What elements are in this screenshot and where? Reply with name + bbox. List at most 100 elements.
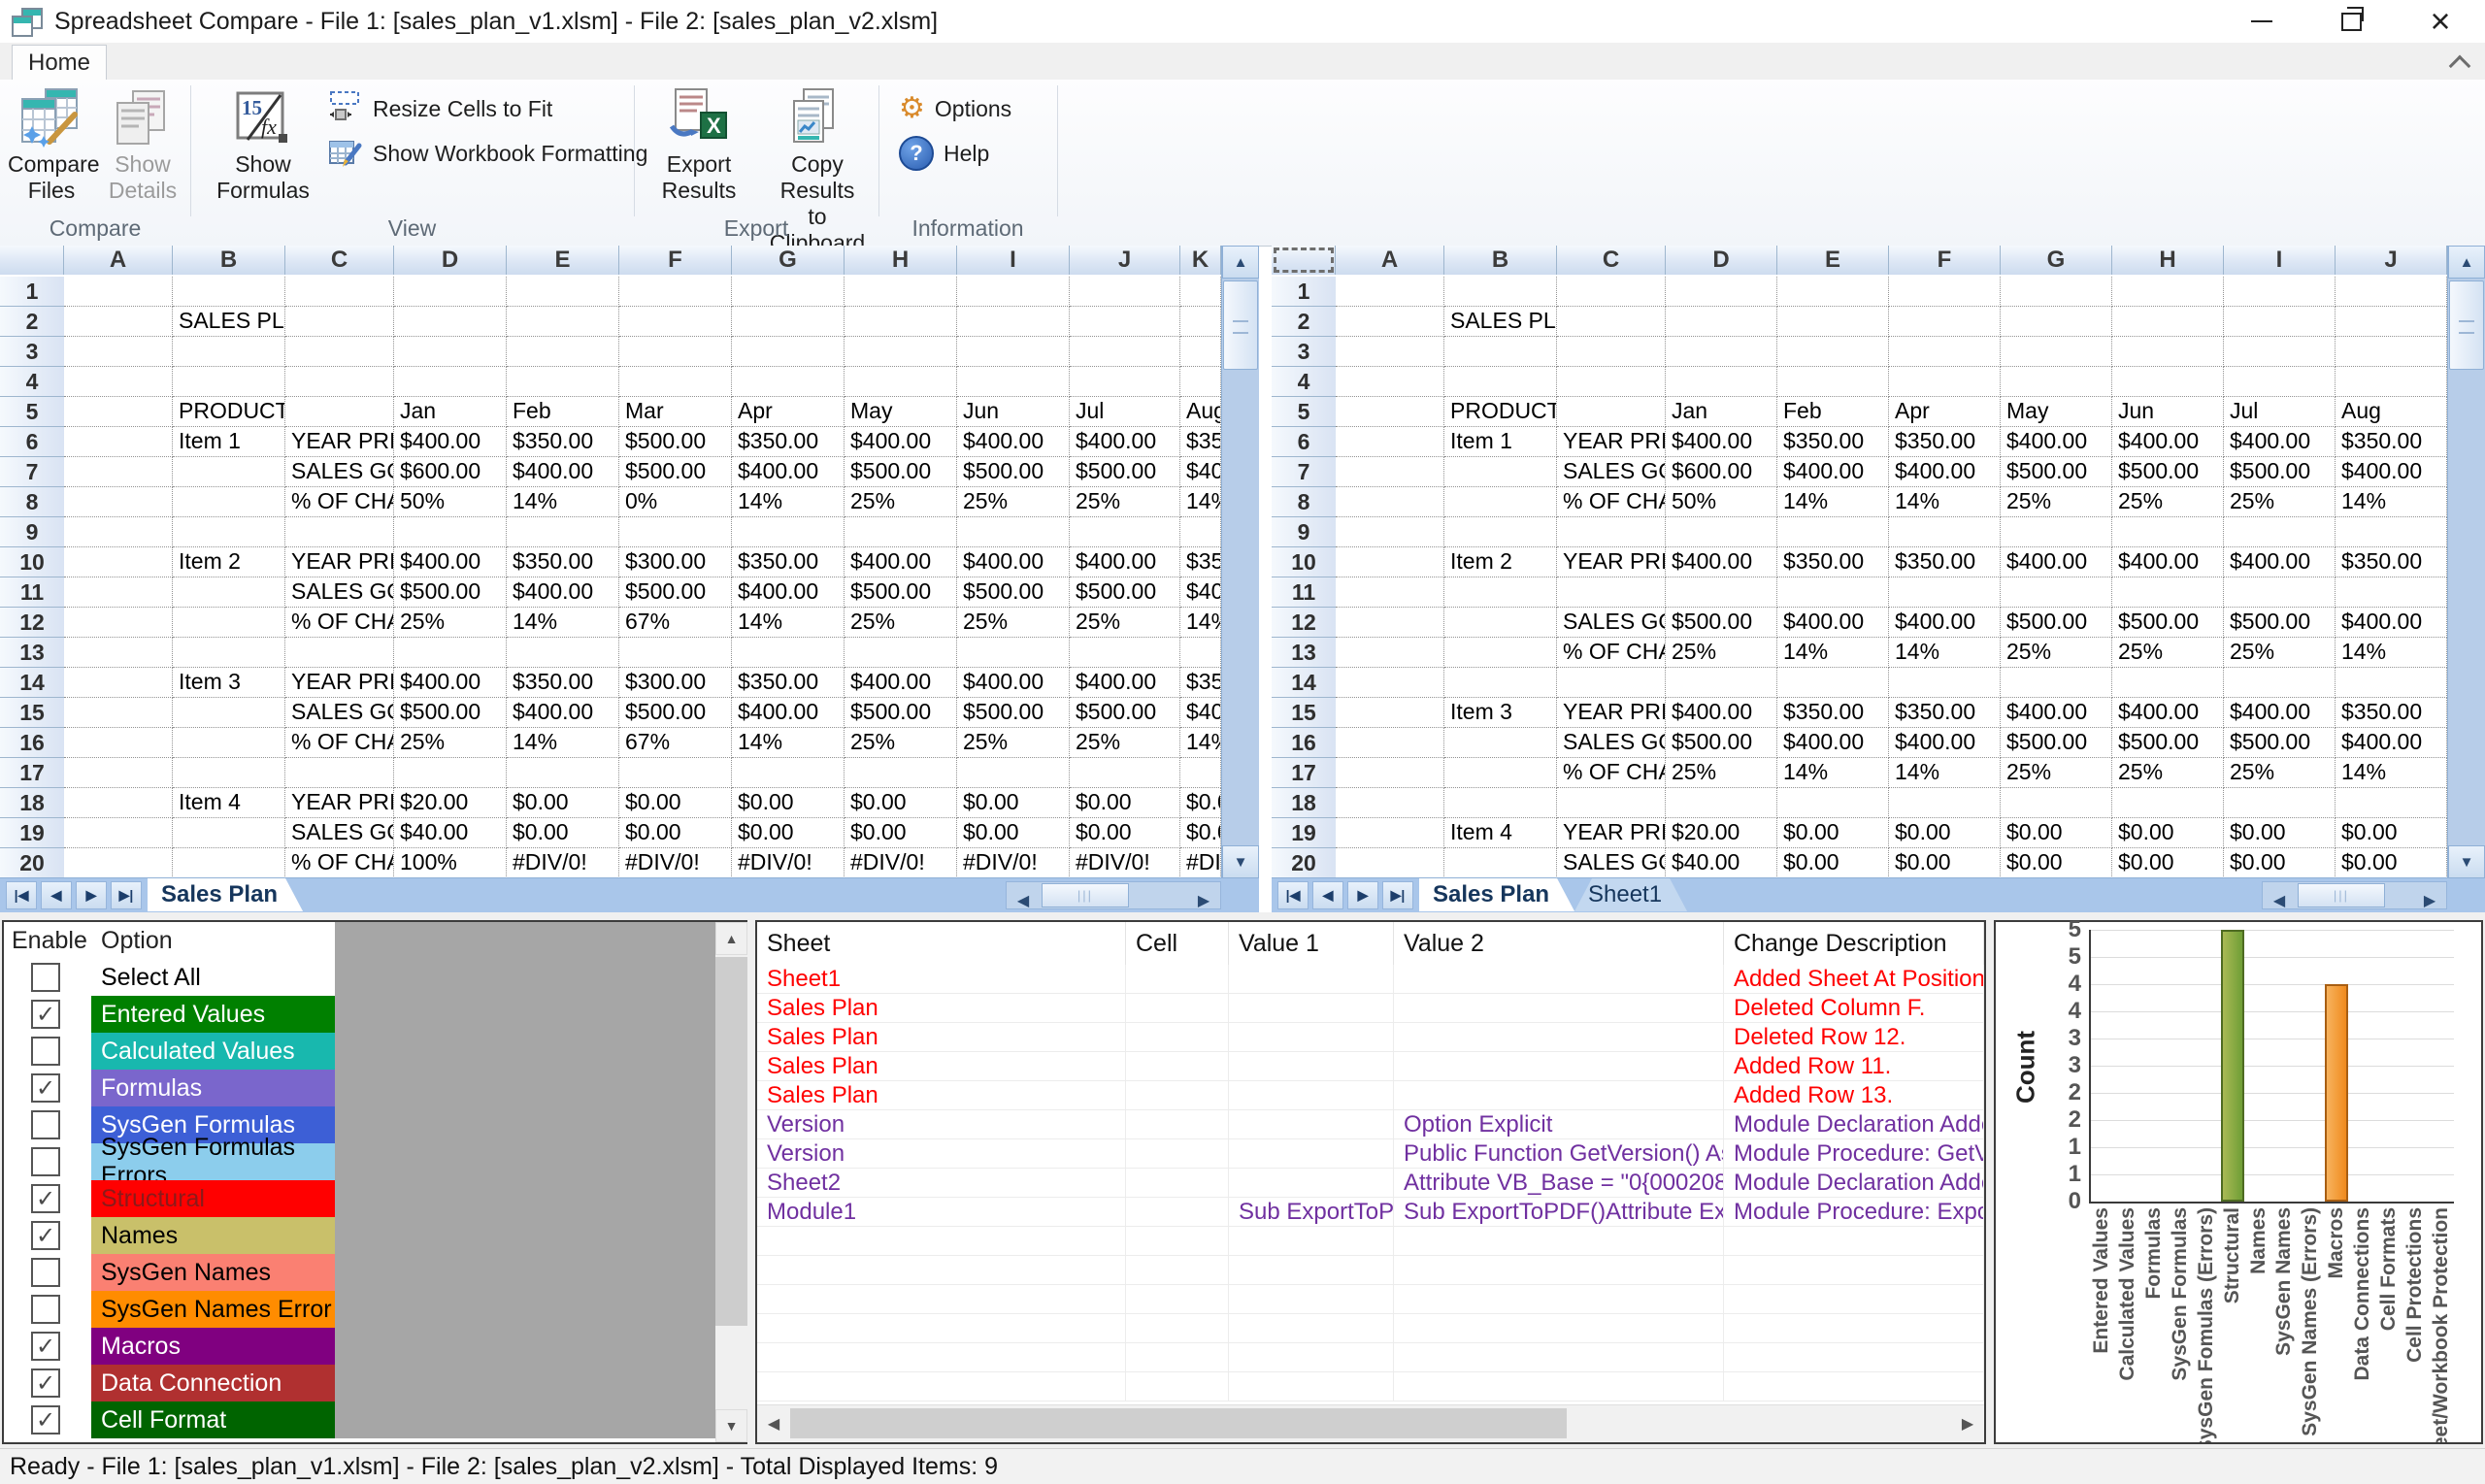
left-sheet-tab-sales-plan[interactable]: Sales Plan <box>148 878 303 911</box>
left-cell-G3[interactable] <box>732 337 845 367</box>
right-cell-I11[interactable] <box>2224 577 2336 608</box>
checkbox-macros[interactable]: ✓ <box>31 1332 60 1361</box>
left-cell-I13[interactable] <box>957 638 1070 668</box>
left-scroll-down-button[interactable]: ▼ <box>1222 845 1259 878</box>
right-cell-E11[interactable] <box>1777 577 1889 608</box>
right-cell-B2[interactable]: SALES PLA <box>1444 307 1557 337</box>
right-row-header-12[interactable]: 12 <box>1272 608 1338 638</box>
left-cell-A19[interactable] <box>64 818 173 848</box>
right-cell-D5[interactable]: Jan <box>1666 397 1777 427</box>
right-cell-I12[interactable]: $500.00 <box>2224 608 2336 638</box>
right-cell-F8[interactable]: 14% <box>1889 487 2001 517</box>
right-cell-E2[interactable] <box>1777 307 1889 337</box>
left-cell-H20[interactable]: #DIV/0! <box>845 848 957 878</box>
results-cell-sheet[interactable]: Sheet1 <box>757 965 1126 994</box>
left-cell-I18[interactable]: $0.00 <box>957 788 1070 818</box>
left-cell-B1[interactable] <box>173 277 285 307</box>
right-cell-D4[interactable] <box>1666 367 1777 397</box>
right-cell-F19[interactable]: $0.00 <box>1889 818 2001 848</box>
left-cell-D7[interactable]: $600.00 <box>394 457 507 487</box>
right-cell-F2[interactable] <box>1889 307 2001 337</box>
left-cell-F1[interactable] <box>619 277 732 307</box>
right-cell-A13[interactable] <box>1336 638 1444 668</box>
left-cell-E2[interactable] <box>507 307 619 337</box>
right-cell-C5[interactable] <box>1557 397 1666 427</box>
right-cell-A2[interactable] <box>1336 307 1444 337</box>
right-row-header-7[interactable]: 7 <box>1272 457 1338 487</box>
left-cell-A6[interactable] <box>64 427 173 457</box>
right-cell-D2[interactable] <box>1666 307 1777 337</box>
show-formulas-button[interactable]: 15 fx Show Formulas <box>210 83 316 231</box>
right-cell-H15[interactable]: $400.00 <box>2112 698 2224 728</box>
left-cell-C8[interactable]: % OF CHA <box>285 487 394 517</box>
left-cell-D14[interactable]: $400.00 <box>394 668 507 698</box>
left-cell-K20[interactable]: #DI <box>1180 848 1221 878</box>
right-sheet-nav-last-button[interactable]: ▶| <box>1382 881 1413 909</box>
right-cell-C12[interactable]: SALES GOA <box>1557 608 1666 638</box>
left-cell-C7[interactable]: SALES GOA <box>285 457 394 487</box>
right-vscroll-thumb[interactable] <box>2449 280 2484 370</box>
left-cell-E14[interactable]: $350.00 <box>507 668 619 698</box>
results-cell-value2[interactable]: Attribute VB_Base = "0{00020820-0... <box>1394 1169 1724 1198</box>
left-cell-J9[interactable] <box>1070 517 1180 547</box>
left-cell-J5[interactable]: Jul <box>1070 397 1180 427</box>
right-sheet-nav-next-button[interactable]: ▶ <box>1347 881 1378 909</box>
left-cell-H1[interactable] <box>845 277 957 307</box>
left-cell-D20[interactable]: 100% <box>394 848 507 878</box>
left-cell-K6[interactable]: $350 <box>1180 427 1221 457</box>
results-cell-value1[interactable] <box>1229 965 1394 994</box>
right-cell-F11[interactable] <box>1889 577 2001 608</box>
left-cell-I15[interactable]: $500.00 <box>957 698 1070 728</box>
left-cell-D13[interactable] <box>394 638 507 668</box>
left-cell-B5[interactable]: PRODUCT <box>173 397 285 427</box>
left-cell-J8[interactable]: 25% <box>1070 487 1180 517</box>
right-cell-D18[interactable] <box>1666 788 1777 818</box>
right-cell-I4[interactable] <box>2224 367 2336 397</box>
left-cell-D9[interactable] <box>394 517 507 547</box>
right-cell-J5[interactable]: Aug <box>2336 397 2447 427</box>
left-cell-A2[interactable] <box>64 307 173 337</box>
option-label[interactable]: Select All <box>91 959 335 996</box>
right-cell-C14[interactable] <box>1557 668 1666 698</box>
left-cell-E4[interactable] <box>507 367 619 397</box>
results-cell-value1[interactable] <box>1229 1052 1394 1081</box>
left-cell-J12[interactable]: 25% <box>1070 608 1180 638</box>
left-cell-D6[interactable]: $400.00 <box>394 427 507 457</box>
right-cell-F15[interactable]: $350.00 <box>1889 698 2001 728</box>
left-cell-K4[interactable] <box>1180 367 1221 397</box>
left-column-header-I[interactable]: I <box>957 246 1070 275</box>
right-cell-G5[interactable]: May <box>2001 397 2112 427</box>
results-cell-sheet[interactable]: Sales Plan <box>757 1052 1126 1081</box>
left-select-all-corner[interactable] <box>0 246 64 275</box>
left-cell-A1[interactable] <box>64 277 173 307</box>
right-cell-I17[interactable]: 25% <box>2224 758 2336 788</box>
right-cell-F17[interactable]: 14% <box>1889 758 2001 788</box>
results-row[interactable]: Sales PlanDeleted Row 12. <box>757 1023 1984 1052</box>
options-button[interactable]: ⚙ Options <box>899 89 1011 128</box>
right-cell-F16[interactable]: $400.00 <box>1889 728 2001 758</box>
right-cell-C13[interactable]: % OF CHA <box>1557 638 1666 668</box>
right-cell-H1[interactable] <box>2112 277 2224 307</box>
right-select-all-corner[interactable] <box>1272 246 1336 275</box>
right-cell-G17[interactable]: 25% <box>2001 758 2112 788</box>
left-row-header-9[interactable]: 9 <box>0 517 66 547</box>
left-cell-G1[interactable] <box>732 277 845 307</box>
left-cell-G4[interactable] <box>732 367 845 397</box>
right-cell-J19[interactable]: $0.00 <box>2336 818 2447 848</box>
right-cell-I7[interactable]: $500.00 <box>2224 457 2336 487</box>
results-cell-description[interactable]: Added Sheet At Position 2. <box>1724 965 1984 994</box>
left-row-header-11[interactable]: 11 <box>0 577 66 608</box>
left-cell-B12[interactable] <box>173 608 285 638</box>
right-cell-C7[interactable]: SALES GOA <box>1557 457 1666 487</box>
results-hscroll-right-arrow[interactable]: ▶ <box>1951 1405 1984 1441</box>
checkbox-entered-values[interactable]: ✓ <box>31 1000 60 1029</box>
right-cell-E14[interactable] <box>1777 668 1889 698</box>
right-cell-A7[interactable] <box>1336 457 1444 487</box>
right-cell-B17[interactable] <box>1444 758 1557 788</box>
results-cell-cell[interactable] <box>1126 1198 1229 1227</box>
left-cell-B20[interactable] <box>173 848 285 878</box>
left-row-header-19[interactable]: 19 <box>0 818 66 848</box>
left-cell-B18[interactable]: Item 4 <box>173 788 285 818</box>
right-cell-J15[interactable]: $350.00 <box>2336 698 2447 728</box>
left-cell-G11[interactable]: $400.00 <box>732 577 845 608</box>
